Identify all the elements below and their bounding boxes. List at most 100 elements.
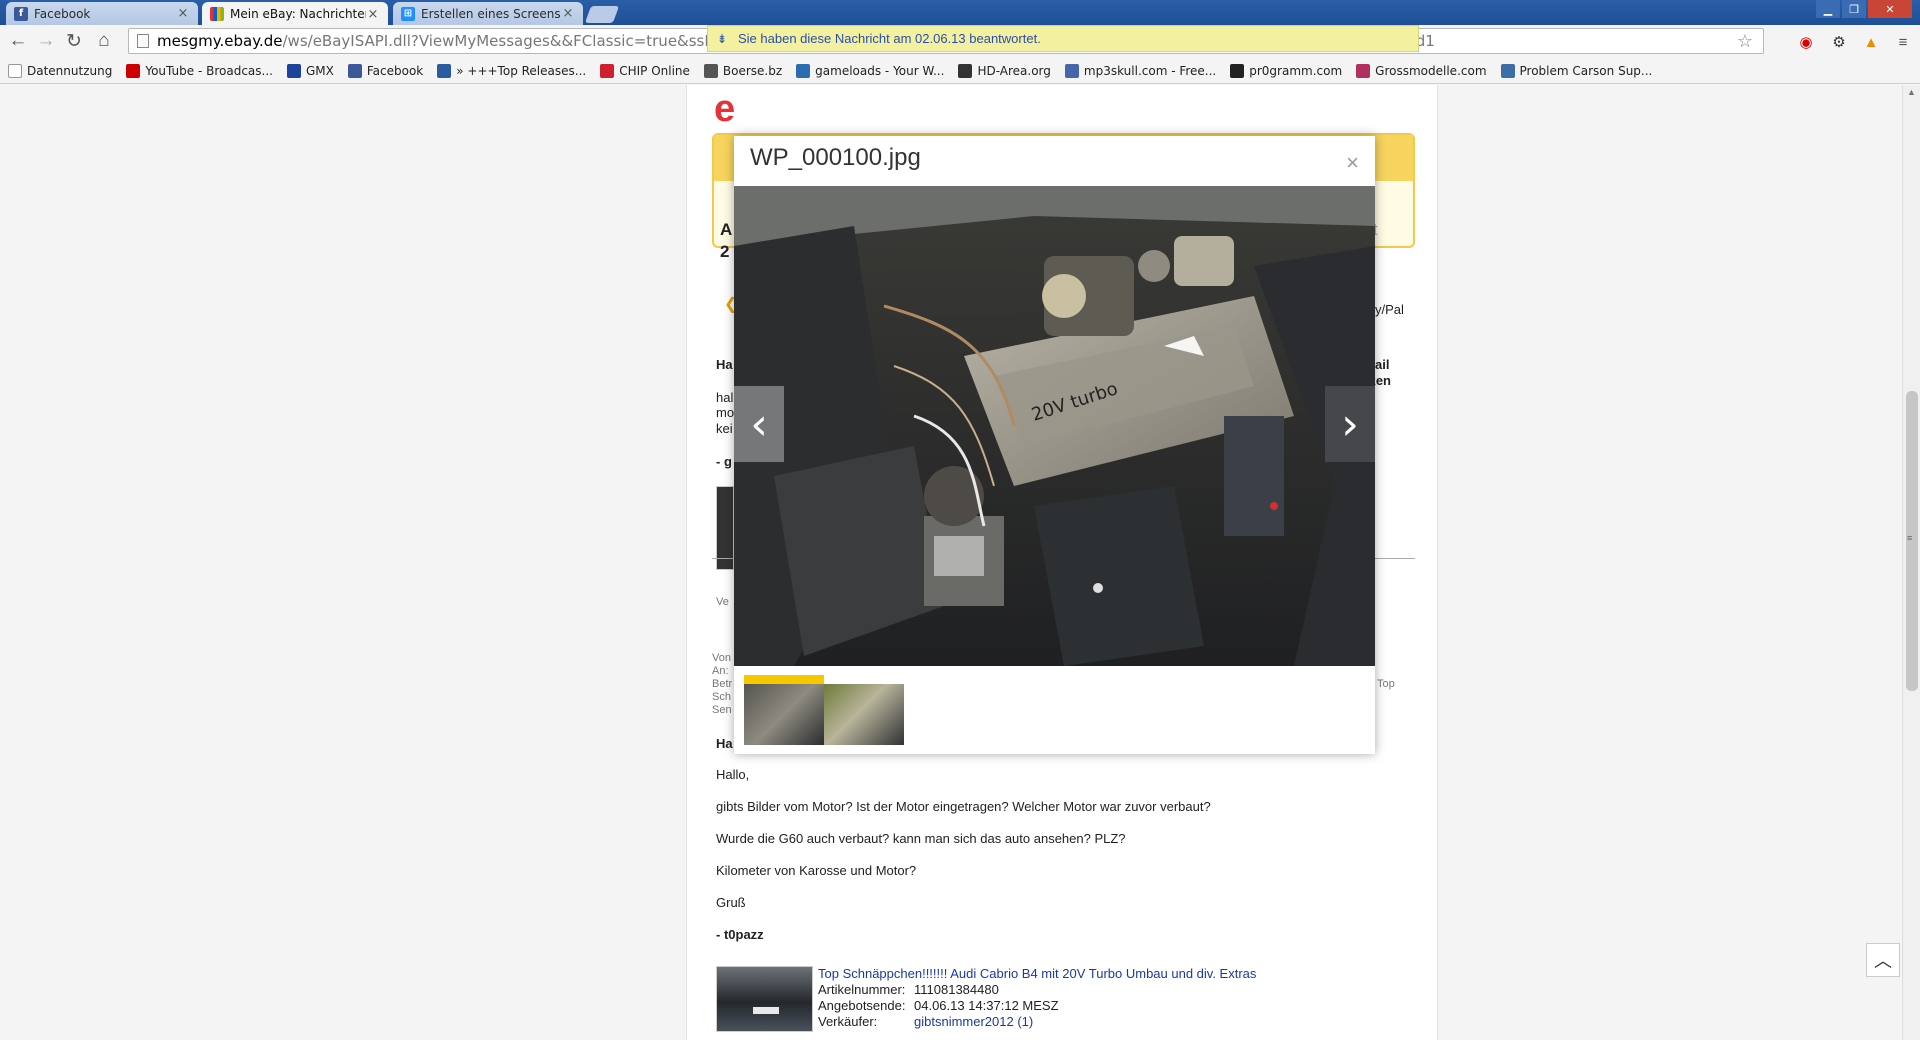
close-icon[interactable]: × <box>1346 150 1359 176</box>
bookmark-4[interactable]: » +++Top Releases... <box>437 63 586 78</box>
field-value: 111081384480 <box>914 982 999 997</box>
facebook-icon <box>347 63 362 78</box>
hd-icon <box>958 63 973 78</box>
bookmark-3[interactable]: Facebook <box>347 63 424 78</box>
peek-text: Ha <box>716 357 733 372</box>
thumbnail-2[interactable] <box>824 675 904 745</box>
url-host: mesgmy.ebay.de <box>157 32 283 50</box>
peek-text: 2 <box>720 242 730 261</box>
engine-photo: 20V turbo <box>734 186 1375 666</box>
minimize-icon[interactable]: ▁ <box>1816 0 1840 18</box>
chevron-up-icon: ︿ <box>1874 951 1892 971</box>
new-tab-button[interactable] <box>584 6 620 23</box>
item-field-number: Artikelnummer: 111081384480 <box>818 982 999 997</box>
bookmark-8[interactable]: HD-Area.org <box>958 63 1051 78</box>
peek-text: - g <box>716 454 732 469</box>
peek-text: Top <box>1377 678 1395 690</box>
bookmark-label: gameloads - Your W... <box>815 63 945 78</box>
field-label: Verkäufer: <box>818 1014 878 1029</box>
bookmark-label: Problem Carson Sup... <box>1519 63 1653 78</box>
facebook-icon: f <box>14 6 28 21</box>
release-icon <box>437 63 452 78</box>
bookmark-6[interactable]: Boerse.bz <box>703 63 783 78</box>
bookmark-label: pr0gramm.com <box>1249 63 1343 78</box>
pr0gramm-icon <box>1230 63 1245 78</box>
back-icon[interactable]: ← <box>6 29 30 53</box>
field-label: Angebotsende: <box>818 998 906 1013</box>
bookmark-1[interactable]: YouTube - Broadcas... <box>126 63 273 78</box>
next-image-button[interactable]: › <box>1325 386 1375 462</box>
back-to-top-button[interactable]: ︿ <box>1866 943 1900 977</box>
peek-text: ail <box>1375 357 1390 372</box>
message-line: Hallo, <box>716 767 750 782</box>
bookmark-9[interactable]: mp3skull.com - Free... <box>1064 63 1216 78</box>
item-field-seller: Verkäufer: gibtsnimmer2012 (1) <box>818 1014 1033 1029</box>
page-icon <box>137 34 149 48</box>
ebay-logo: e <box>714 88 736 130</box>
extension-icon[interactable]: ⚙ <box>1828 31 1850 53</box>
home-icon[interactable]: ⌂ <box>92 29 116 53</box>
peek-text: Sch <box>712 691 731 703</box>
item-thumbnail[interactable] <box>716 966 813 1032</box>
peek-text: hal <box>716 390 734 405</box>
mp3skull-icon <box>1064 63 1079 78</box>
bookmark-12[interactable]: Problem Carson Sup... <box>1500 63 1653 78</box>
message-line: Gruß <box>716 895 746 910</box>
close-icon[interactable]: × <box>561 6 575 21</box>
page-icon <box>8 63 22 78</box>
bookmark-11[interactable]: Grossmodelle.com <box>1356 63 1487 78</box>
peek-text: mo <box>716 405 735 420</box>
bookmark-0[interactable]: Datennutzung <box>8 63 113 78</box>
menu-icon[interactable]: ≡ <box>1892 31 1914 53</box>
ebay-icon <box>210 7 224 21</box>
peek-text: An: <box>712 665 729 677</box>
bookmark-10[interactable]: pr0gramm.com <box>1230 63 1343 78</box>
peek-text: Ha <box>716 736 733 751</box>
chevron-left-icon: ‹ <box>750 398 768 450</box>
peek-text: Sen <box>712 704 732 716</box>
thumbnail-image <box>824 684 904 745</box>
message-line: Kilometer von Karosse und Motor? <box>716 863 917 878</box>
restore-icon[interactable]: ❐ <box>1842 0 1866 18</box>
bookmark-label: Facebook <box>366 63 424 78</box>
seller-link[interactable]: gibtsnimmer2012 (1) <box>914 1014 1033 1029</box>
boerse-icon <box>703 63 718 78</box>
tab-screenshot[interactable]: ⊞ Erstellen eines Screenshot × <box>393 2 583 25</box>
previous-image-button[interactable]: ‹ <box>734 386 784 462</box>
tab-ebay-messages[interactable]: Mein eBay: Nachrichten: F × <box>202 2 388 26</box>
reload-icon[interactable]: ↻ <box>62 29 86 53</box>
forward-icon[interactable]: → <box>34 29 58 53</box>
close-icon[interactable]: × <box>366 7 380 22</box>
bookmark-star-icon[interactable]: ☆ <box>1737 31 1753 52</box>
bookmark-label: CHIP Online <box>619 63 690 78</box>
item-title-link[interactable]: Top Schnäppchen!!!!!!! Audi Cabrio B4 mi… <box>818 966 1256 981</box>
vertical-scrollbar[interactable]: ▲ ≡ <box>1902 85 1920 1040</box>
lightbox-title: WP_000100.jpg <box>750 144 921 171</box>
opera-icon[interactable]: ◉ <box>1795 31 1817 53</box>
bookmark-label: Datennutzung <box>27 63 113 78</box>
bookmark-label: HD-Area.org <box>977 63 1051 78</box>
thumbnail-1[interactable] <box>744 675 824 745</box>
bookmark-5[interactable]: CHIP Online <box>600 63 690 78</box>
bookmark-label: Boerse.bz <box>722 63 783 78</box>
window-close-icon[interactable]: ✕ <box>1868 0 1912 18</box>
peek-text: y/Pal <box>1375 302 1404 317</box>
bookmark-label: GMX <box>305 63 334 78</box>
peek-text: Betr <box>712 678 733 690</box>
item-field-end: Angebotsende: 04.06.13 14:37:12 MESZ <box>818 998 1059 1013</box>
signature: - t0pazz <box>716 927 764 942</box>
windows-icon: ⊞ <box>401 6 415 21</box>
bookmark-7[interactable]: gameloads - Your W... <box>796 63 945 78</box>
close-icon[interactable]: × <box>176 6 190 21</box>
peek-text: A <box>720 220 733 239</box>
youtube-icon <box>126 63 141 78</box>
bookmark-label: Grossmodelle.com <box>1375 63 1487 78</box>
chevron-right-icon: › <box>1341 398 1359 450</box>
bookmark-2[interactable]: GMX <box>286 63 334 78</box>
tab-title: Erstellen eines Screenshot <box>421 6 561 21</box>
scroll-up-icon[interactable]: ▲ <box>1907 87 1916 97</box>
vlc-icon[interactable]: ▲ <box>1860 31 1882 53</box>
tab-facebook[interactable]: f Facebook × <box>6 2 198 25</box>
peek-text: kei <box>716 421 733 436</box>
gameloads-icon <box>796 63 811 78</box>
